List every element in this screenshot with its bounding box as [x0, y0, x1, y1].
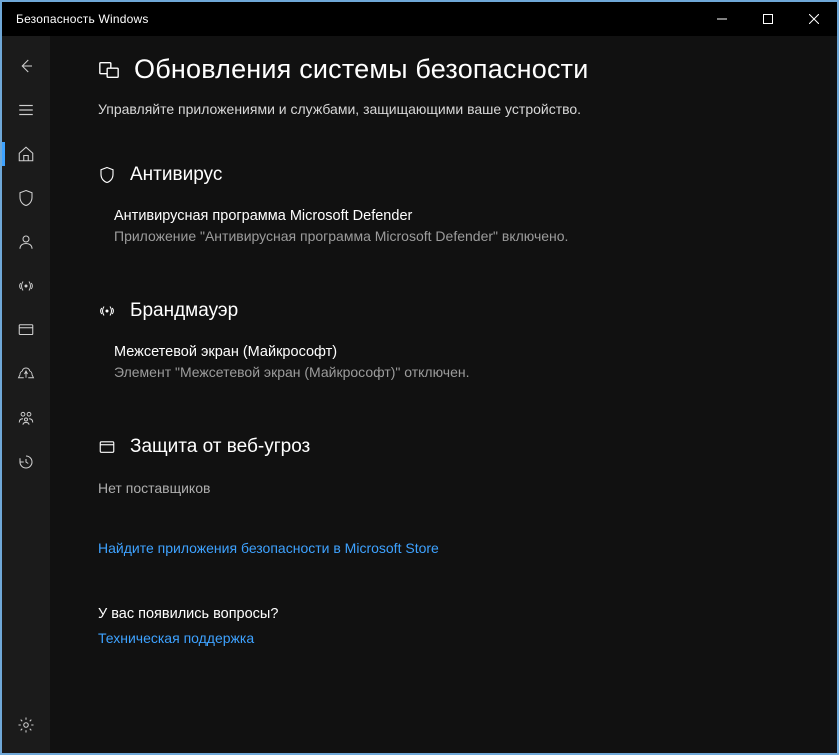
no-providers-text: Нет поставщиков — [98, 480, 807, 496]
back-button[interactable] — [2, 44, 50, 88]
family-icon — [17, 409, 35, 427]
section-title: Брандмауэр — [130, 300, 238, 322]
menu-icon — [17, 101, 35, 119]
section-web: Защита от веб-угроз Нет поставщиков — [98, 436, 807, 496]
firewall-icon — [17, 277, 35, 295]
history-icon — [17, 453, 35, 471]
close-button[interactable] — [791, 2, 837, 36]
app-icon — [17, 321, 35, 339]
sidebar-item-settings[interactable] — [2, 703, 50, 747]
titlebar: Безопасность Windows — [2, 2, 837, 36]
sidebar-item-device[interactable] — [2, 352, 50, 396]
maximize-icon — [763, 14, 773, 24]
account-icon — [17, 233, 35, 251]
support-link[interactable]: Техническая поддержка — [98, 630, 254, 646]
section-header: Брандмауэр — [98, 300, 807, 322]
gear-icon — [17, 716, 35, 734]
section-header: Антивирус — [98, 164, 807, 186]
close-icon — [809, 14, 819, 24]
section-title: Защита от веб-угроз — [130, 436, 310, 458]
minimize-icon — [717, 14, 727, 24]
section-title: Антивирус — [130, 164, 222, 186]
back-icon — [17, 57, 35, 75]
browser-icon — [98, 438, 116, 456]
body: Обновления системы безопасности Управляй… — [2, 36, 837, 753]
home-icon — [17, 145, 35, 163]
sidebar-item-firewall[interactable] — [2, 264, 50, 308]
antivirus-item-title: Антивирусная программа Microsoft Defende… — [114, 208, 807, 224]
minimize-button[interactable] — [699, 2, 745, 36]
antivirus-item-desc: Приложение "Антивирусная программа Micro… — [114, 228, 807, 244]
store-link[interactable]: Найдите приложения безопасности в Micros… — [98, 540, 439, 556]
sidebar — [2, 36, 50, 753]
firewall-icon — [98, 302, 116, 320]
sidebar-item-account[interactable] — [2, 220, 50, 264]
section-header: Защита от веб-угроз — [98, 436, 807, 458]
firewall-item-title: Межсетевой экран (Майкрософт) — [114, 344, 807, 360]
page-title: Обновления системы безопасности — [134, 54, 589, 85]
window-title: Безопасность Windows — [16, 12, 149, 26]
page-subtitle: Управляйте приложениями и службами, защи… — [98, 99, 618, 120]
sidebar-item-family[interactable] — [2, 396, 50, 440]
sidebar-item-home[interactable] — [2, 132, 50, 176]
sidebar-item-virus[interactable] — [2, 176, 50, 220]
menu-button[interactable] — [2, 88, 50, 132]
firewall-item-desc: Элемент "Межсетевой экран (Майкрософт)" … — [114, 364, 807, 380]
providers-icon — [98, 59, 120, 81]
device-icon — [17, 365, 35, 383]
help-section: У вас появились вопросы? Техническая под… — [98, 606, 807, 648]
section-antivirus: Антивирус Антивирусная программа Microso… — [98, 164, 807, 244]
window: Безопасность Windows — [2, 2, 837, 753]
shield-icon — [98, 166, 116, 184]
section-firewall: Брандмауэр Межсетевой экран (Майкрософт)… — [98, 300, 807, 380]
maximize-button[interactable] — [745, 2, 791, 36]
help-question: У вас появились вопросы? — [98, 606, 807, 622]
page-header: Обновления системы безопасности — [98, 54, 807, 85]
sidebar-item-history[interactable] — [2, 440, 50, 484]
shield-icon — [17, 189, 35, 207]
sidebar-item-app[interactable] — [2, 308, 50, 352]
content: Обновления системы безопасности Управляй… — [50, 36, 837, 753]
